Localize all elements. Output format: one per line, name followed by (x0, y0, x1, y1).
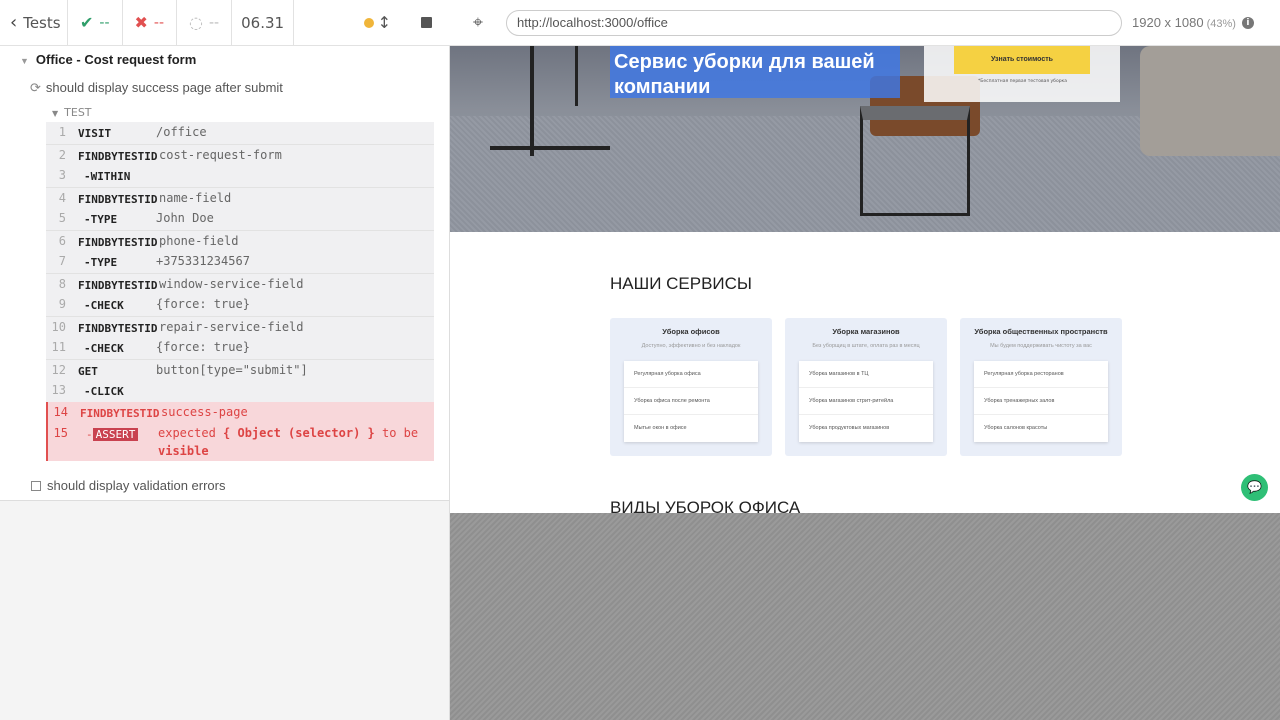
service-list-item[interactable]: Мытье окон в офисе (624, 415, 758, 442)
service-list: Регулярная уборка офиса Уборка офиса пос… (624, 361, 758, 442)
not-run-checkbox-icon (31, 481, 41, 491)
stop-button[interactable] (421, 17, 432, 28)
hero-note: *Бесплатная первая тестовая уборка (978, 79, 1068, 84)
command-row[interactable]: 5 -TYPE John Doe (46, 208, 434, 230)
tests-label: Tests (23, 13, 61, 32)
viewport-size: 1920 x 1080 (1132, 15, 1204, 30)
service-list: Регулярная уборка ресторанов Уборка трен… (974, 361, 1108, 442)
hero-section: Сервис уборки для вашей компании Узнать … (450, 46, 1280, 232)
service-card-subtitle: Доступно, эффективно и без накладок (641, 343, 741, 349)
service-card-title: Уборка магазинов (832, 327, 900, 336)
command-row[interactable]: 10 FINDBYTESTID repair-service-field (46, 315, 434, 337)
passed-count: -- (99, 14, 110, 31)
hero-card: Узнать стоимость *Бесплатная первая тест… (924, 46, 1120, 102)
assert-visible: visible (158, 444, 209, 458)
command-log: 1 VISIT /office 2 FINDBYTESTID cost-requ… (46, 122, 434, 461)
desk-leg-image (490, 146, 610, 150)
command-row-failed[interactable]: 14 FINDBYTESTID success-page (48, 401, 434, 423)
pending-stat: ◌ -- (177, 0, 233, 46)
collapse-triangle-icon: ▼ (52, 109, 59, 118)
assert-badge: ASSERT (92, 428, 139, 441)
pending-count: -- (209, 14, 220, 31)
selector-playground-button[interactable]: ⌖ (450, 0, 506, 46)
service-card-title: Уборка общественных пространств (974, 327, 1108, 336)
passed-stat: ✔ -- (68, 0, 123, 46)
test-item-not-run[interactable]: should display validation errors (31, 478, 225, 493)
assert-to-be: to be (381, 426, 419, 440)
aut-background (450, 513, 1280, 720)
running-spinner-icon: ⟳ (30, 80, 41, 95)
reporter-panel: ‹ Tests ✔ -- ✖ -- ◌ -- 06.31 ↕ ▼ Office -… (0, 0, 450, 720)
test-section-header[interactable]: ▼ TEST (52, 106, 92, 119)
side-table-image (860, 106, 970, 216)
service-list-item[interactable]: Уборка магазинов стрит-ритейла (799, 388, 933, 415)
failed-stat: ✖ -- (123, 0, 178, 46)
tests-button[interactable]: ‹ Tests (0, 0, 68, 46)
failed-command-group: 14 FINDBYTESTID success-page 15 - ASSERT … (46, 401, 434, 461)
app-under-test: Сервис уборки для вашей компании Узнать … (450, 46, 1280, 513)
desk-leg-image (530, 46, 534, 156)
services-title: НАШИ СЕРВИСЫ (610, 274, 752, 293)
command-row[interactable]: 12 GET button[type="submit"] (46, 358, 434, 380)
service-list-item[interactable]: Уборка салонов красоты (974, 415, 1108, 442)
viewport-info: 1920 x 1080 (43%) (1132, 15, 1236, 30)
service-list-item[interactable]: Регулярная уборка ресторанов (974, 361, 1108, 388)
autoscroll-toggle-icon[interactable]: ↕ (378, 13, 391, 32)
assert-selector: { Object (selector) } (223, 426, 375, 440)
service-list-item[interactable]: Уборка продуктовых магазинов (799, 415, 933, 442)
hero-title: Сервис уборки для вашей компании (610, 46, 900, 98)
sofa-image (1140, 46, 1280, 156)
running-indicator-icon (363, 17, 374, 28)
x-icon: ✖ (134, 13, 148, 32)
service-card: Уборка магазинов Без уборщиц в штате, оп… (785, 318, 947, 456)
assert-expected: expected (158, 426, 216, 440)
command-row[interactable]: 6 FINDBYTESTID phone-field (46, 229, 434, 251)
command-row[interactable]: 4 FINDBYTESTID name-field (46, 186, 434, 208)
service-card-subtitle: Мы будем поддерживать чистоту за вас (990, 343, 1092, 349)
command-row[interactable]: 1 VISIT /office (46, 122, 434, 144)
command-row[interactable]: 13 -CLICK (46, 380, 434, 402)
aut-header: ⌖ http://localhost:3000/office 1920 x 10… (450, 0, 1280, 46)
reporter-header: ‹ Tests ✔ -- ✖ -- ◌ -- 06.31 ↕ (0, 0, 450, 46)
check-icon: ✔ (80, 13, 94, 32)
service-card: Уборка общественных пространств Мы будем… (960, 318, 1122, 456)
runnable-list: ▼ Office - Cost request form ⟳ should disp… (0, 46, 449, 501)
command-row[interactable]: 8 FINDBYTESTID window-service-field (46, 272, 434, 294)
chat-icon[interactable]: 💬 (1241, 474, 1268, 501)
service-card: Уборка офисов Доступно, эффективно и без… (610, 318, 772, 456)
crosshair-icon: ⌖ (472, 12, 484, 33)
command-row-assert-failed[interactable]: 15 - ASSERT expected { Object (selector) … (48, 423, 434, 461)
service-list-item[interactable]: Уборка магазинов в ТЦ (799, 361, 933, 388)
chevron-left-icon: ‹ (10, 11, 18, 33)
run-controls: ↕ (294, 0, 450, 46)
zoom-level: (43%) (1206, 18, 1236, 30)
duration: 06.31 (232, 0, 295, 46)
service-list-item[interactable]: Уборка офиса после ремонта (624, 388, 758, 415)
url-field[interactable]: http://localhost:3000/office (506, 9, 1122, 36)
office-cleaning-types-title: ВИДЫ УБОРОК ОФИСА (610, 498, 801, 513)
service-list-item[interactable]: Уборка тренажерных залов (974, 388, 1108, 415)
command-row[interactable]: 7 -TYPE +375331234567 (46, 251, 434, 273)
service-card-subtitle: Без уборщиц в штате, оплата раз в месяц (812, 343, 920, 349)
command-row[interactable]: 9 -CHECK {force: true} (46, 294, 434, 316)
test-item-running[interactable]: ⟳ should display success page after submi… (30, 80, 283, 96)
info-icon[interactable]: i (1241, 16, 1254, 29)
command-row[interactable]: 3 -WITHIN (46, 165, 434, 187)
desk-leg-image (575, 46, 578, 106)
failed-count: -- (153, 14, 165, 31)
service-list-item[interactable]: Регулярная уборка офиса (624, 361, 758, 388)
suite-title[interactable]: ▼ Office - Cost request form (20, 52, 196, 67)
pending-circle-icon: ◌ (189, 13, 203, 32)
command-row[interactable]: 11 -CHECK {force: true} (46, 337, 434, 359)
get-price-button[interactable]: Узнать стоимость (954, 46, 1090, 74)
command-row[interactable]: 2 FINDBYTESTID cost-request-form (46, 143, 434, 165)
collapse-triangle-icon: ▼ (20, 56, 29, 66)
service-list: Уборка магазинов в ТЦ Уборка магазинов с… (799, 361, 933, 442)
service-card-title: Уборка офисов (662, 327, 720, 336)
